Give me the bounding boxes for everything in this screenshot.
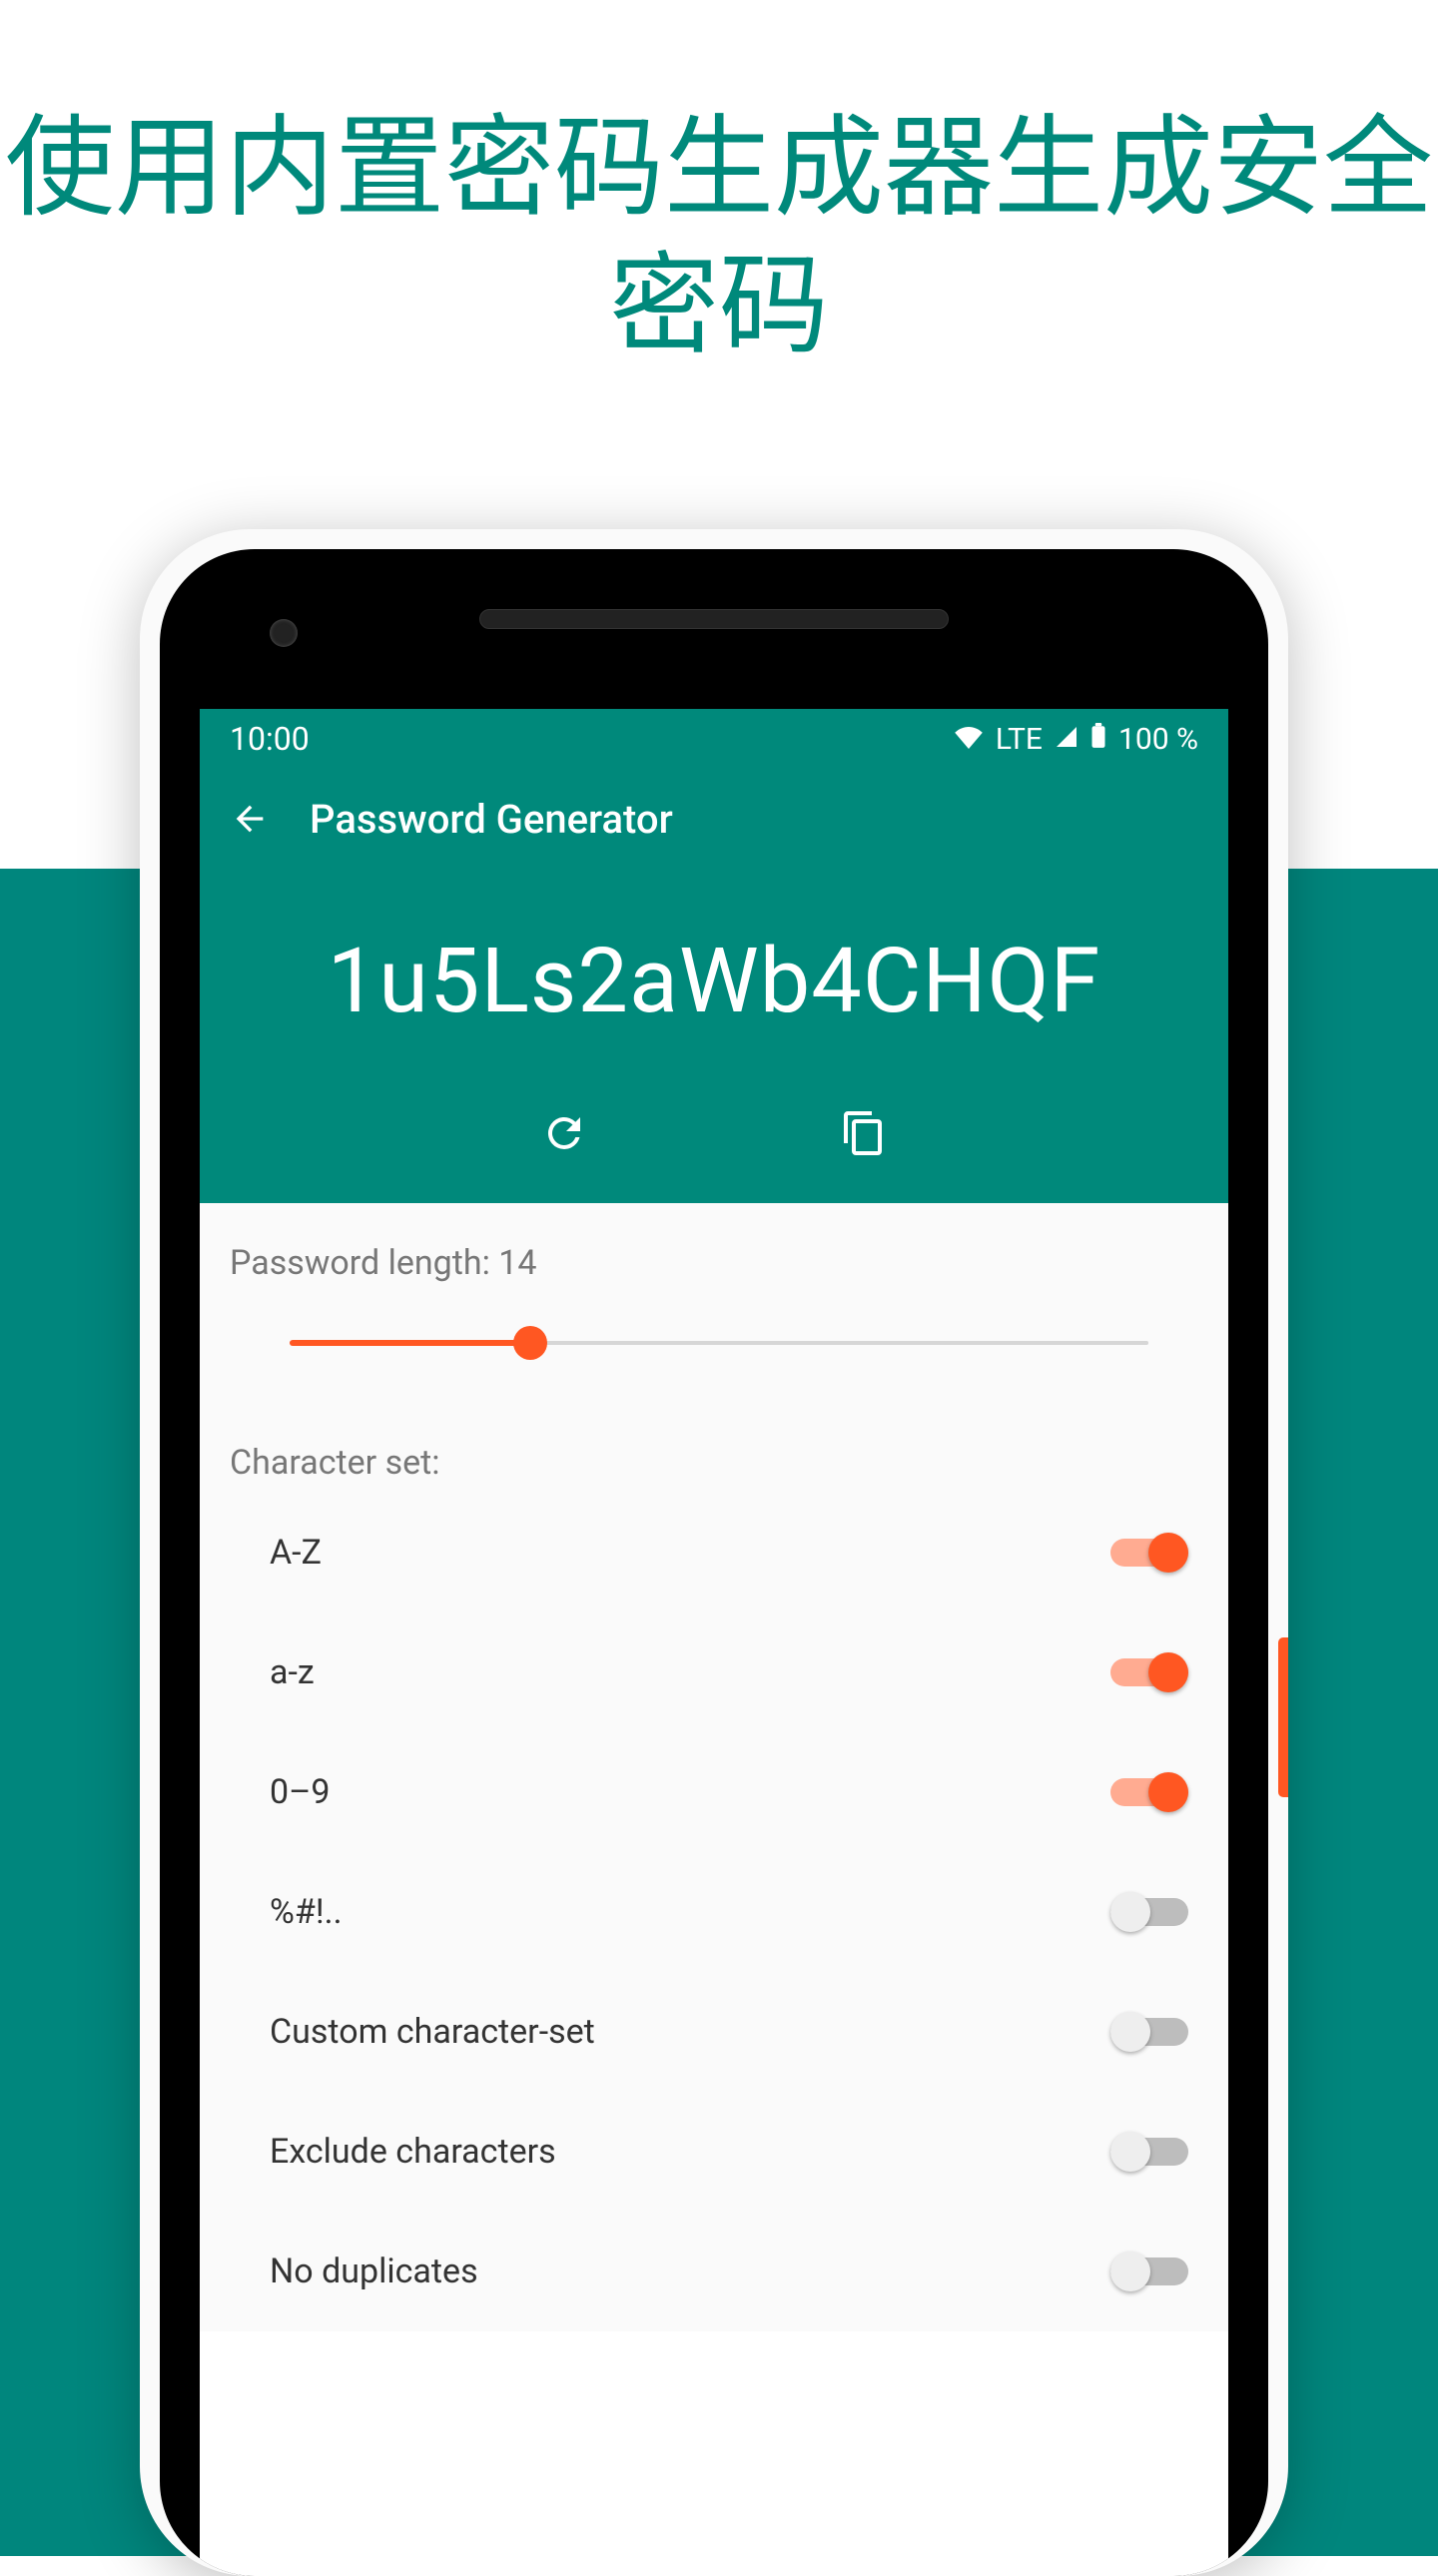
charset-option-label: Custom character-set: [270, 2012, 595, 2052]
switch-knob-icon: [1148, 1652, 1188, 1692]
charset-option-row: Custom character-set: [230, 1972, 1198, 2092]
battery-icon: [1090, 722, 1106, 757]
status-right: LTE 100 %: [954, 722, 1198, 757]
switch-knob-icon: [1110, 1892, 1150, 1932]
length-slider-wrap: [230, 1293, 1198, 1373]
device-power-button-accent: [1278, 1637, 1288, 1797]
device-frame-outer: 10:00 LTE 100 %: [140, 529, 1288, 2576]
network-label: LTE: [996, 722, 1043, 757]
device-frame: 10:00 LTE 100 %: [160, 549, 1268, 2576]
charset-option-toggle[interactable]: [1110, 2132, 1188, 2172]
charset-option-label: 0–9: [270, 1772, 331, 1812]
screen: 10:00 LTE 100 %: [200, 709, 1228, 2576]
generated-password: 1u5Ls2aWb4CHQF: [220, 929, 1208, 1033]
charset-option-row: a-z: [230, 1612, 1198, 1732]
slider-track-fill: [290, 1340, 530, 1346]
switch-knob-icon: [1110, 2252, 1150, 2291]
charset-option-row: 0–9: [230, 1732, 1198, 1852]
charset-option-label: a-z: [270, 1652, 315, 1692]
password-length-prefix: Password length:: [230, 1243, 498, 1283]
charset-option-label: %#!..: [270, 1892, 343, 1932]
charset-option-row: A-Z: [230, 1493, 1198, 1612]
page-title: Password Generator: [310, 796, 673, 843]
switch-knob-icon: [1110, 2012, 1150, 2052]
signal-icon: [1055, 722, 1078, 757]
copy-button[interactable]: [834, 1103, 894, 1163]
charset-option-row: Exclude characters: [230, 2092, 1198, 2212]
charset-option-label: A-Z: [270, 1533, 322, 1573]
charset-option-row: No duplicates: [230, 2212, 1198, 2331]
charset-option-toggle[interactable]: [1110, 2252, 1188, 2291]
status-time: 10:00: [230, 720, 310, 758]
password-display-area: 1u5Ls2aWb4CHQF: [200, 869, 1228, 1203]
device-speaker: [479, 609, 949, 629]
settings-content: Password length: 14 Character set: A-Z a-…: [200, 1203, 1228, 2331]
battery-text: 100 %: [1118, 722, 1198, 757]
wifi-icon: [954, 722, 984, 757]
switch-knob-icon: [1148, 1533, 1188, 1573]
status-bar: 10:00 LTE 100 %: [200, 709, 1228, 769]
arrow-left-icon: [230, 799, 270, 839]
charset-option-row: %#!..: [230, 1852, 1198, 1972]
copy-icon: [840, 1109, 888, 1157]
charset-option-toggle[interactable]: [1110, 1533, 1188, 1573]
refresh-icon: [540, 1109, 588, 1157]
back-button[interactable]: [230, 799, 270, 839]
character-set-label: Character set:: [230, 1443, 1198, 1483]
slider-thumb-icon: [513, 1326, 547, 1360]
app-bar: Password Generator: [200, 769, 1228, 869]
charset-option-toggle[interactable]: [1110, 1772, 1188, 1812]
charset-option-toggle[interactable]: [1110, 1892, 1188, 1932]
charset-option-toggle[interactable]: [1110, 1652, 1188, 1692]
charset-option-toggle[interactable]: [1110, 2012, 1188, 2052]
password-length-label: Password length: 14: [230, 1243, 537, 1283]
promo-headline: 使用内置密码生成器生成安全密码: [0, 100, 1438, 374]
length-slider[interactable]: [290, 1323, 1148, 1363]
regenerate-button[interactable]: [534, 1103, 594, 1163]
charset-option-label: Exclude characters: [270, 2132, 556, 2172]
character-set-options: A-Z a-z 0–9 %#!.. Custom character-set Exclud…: [230, 1493, 1198, 2331]
password-length-value: 14: [498, 1243, 536, 1283]
switch-knob-icon: [1110, 2132, 1150, 2172]
charset-option-label: No duplicates: [270, 2252, 478, 2291]
device-camera: [270, 619, 298, 647]
switch-knob-icon: [1148, 1772, 1188, 1812]
